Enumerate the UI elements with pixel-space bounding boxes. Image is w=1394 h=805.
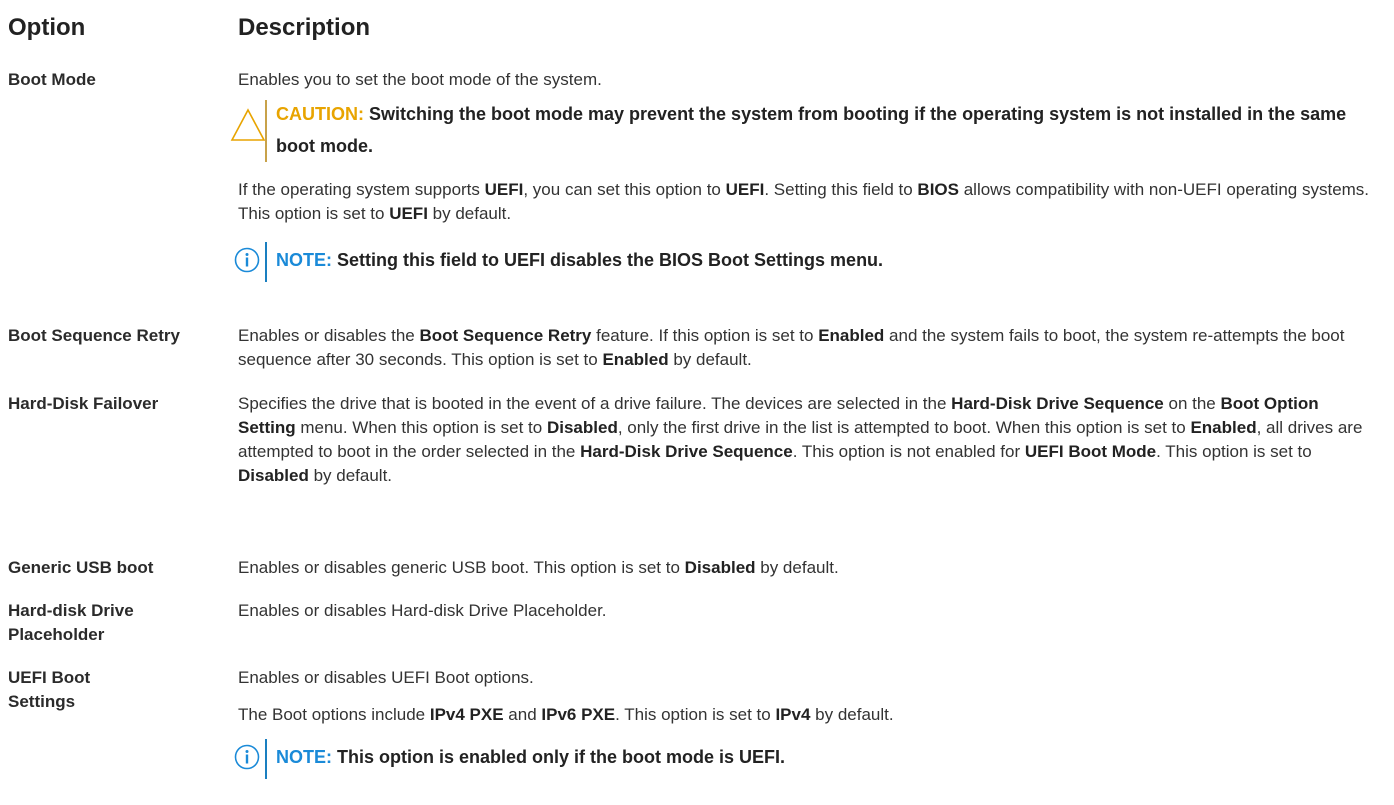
table-header: Option Description <box>8 14 1388 48</box>
note-body: Setting this field to UEFI disables the … <box>337 250 884 270</box>
note-text: NOTE: Setting this field to UEFI disable… <box>276 244 1378 276</box>
option-description: Enables or disables generic USB boot. Th… <box>238 556 1378 580</box>
note-callout: NOTE: This option is enabled only if the… <box>230 739 1378 779</box>
option-name: Hard-Disk Failover <box>8 394 159 413</box>
caution-callout: CAUTION: Switching the boot mode may pre… <box>230 98 1378 162</box>
option-description: Enables or disables Hard-disk Drive Plac… <box>238 599 1378 623</box>
caution-body: Switching the boot mode may prevent the … <box>276 104 1347 156</box>
note-body: This option is enabled only if the boot … <box>337 747 786 767</box>
description-paragraph: Specifies the drive that is booted in th… <box>238 394 1363 485</box>
header-description: Description <box>238 14 371 41</box>
option-name: UEFI Boot Settings <box>8 668 91 711</box>
description-line: Enables or disables UEFI Boot options. <box>238 668 534 687</box>
description-paragraph: The Boot options include IPv4 PXE and IP… <box>238 705 894 724</box>
description-paragraph: Enables or disables the Boot Sequence Re… <box>238 326 1345 369</box>
option-name: Boot Sequence Retry <box>8 326 180 345</box>
description-paragraph: Enables or disables generic USB boot. Th… <box>238 558 839 577</box>
description-paragraph: Enables or disables Hard-disk Drive Plac… <box>238 601 607 620</box>
note-label: NOTE: <box>276 747 332 767</box>
info-icon <box>234 247 260 273</box>
note-callout: NOTE: Setting this field to UEFI disable… <box>230 242 1378 282</box>
info-icon <box>234 744 260 770</box>
option-description: Enables or disables the Boot Sequence Re… <box>238 324 1378 372</box>
caution-text: CAUTION: Switching the boot mode may pre… <box>276 98 1378 162</box>
note-label: NOTE: <box>276 250 332 270</box>
header-option: Option <box>8 14 86 41</box>
option-description: Enables or disables UEFI Boot options. T… <box>234 666 1378 779</box>
note-bar <box>265 739 267 779</box>
option-name: Boot Mode <box>8 70 96 89</box>
caution-label: CAUTION: <box>276 104 364 124</box>
option-name: Generic USB boot <box>8 558 154 577</box>
option-description: Specifies the drive that is booted in th… <box>238 392 1378 488</box>
caution-triangle-icon <box>230 108 266 141</box>
description-paragraph: If the operating system supports UEFI, y… <box>238 180 1370 223</box>
option-name: Hard-disk Drive Placeholder <box>8 601 134 644</box>
description-line: Enables you to set the boot mode of the … <box>238 70 602 89</box>
note-bar <box>265 242 267 282</box>
option-description: Enables you to set the boot mode of the … <box>230 68 1378 282</box>
bios-boot-settings-table: Option Description Boot Mode Enables you… <box>0 0 1394 805</box>
caution-bar <box>265 100 267 162</box>
note-text: NOTE: This option is enabled only if the… <box>276 741 1378 773</box>
